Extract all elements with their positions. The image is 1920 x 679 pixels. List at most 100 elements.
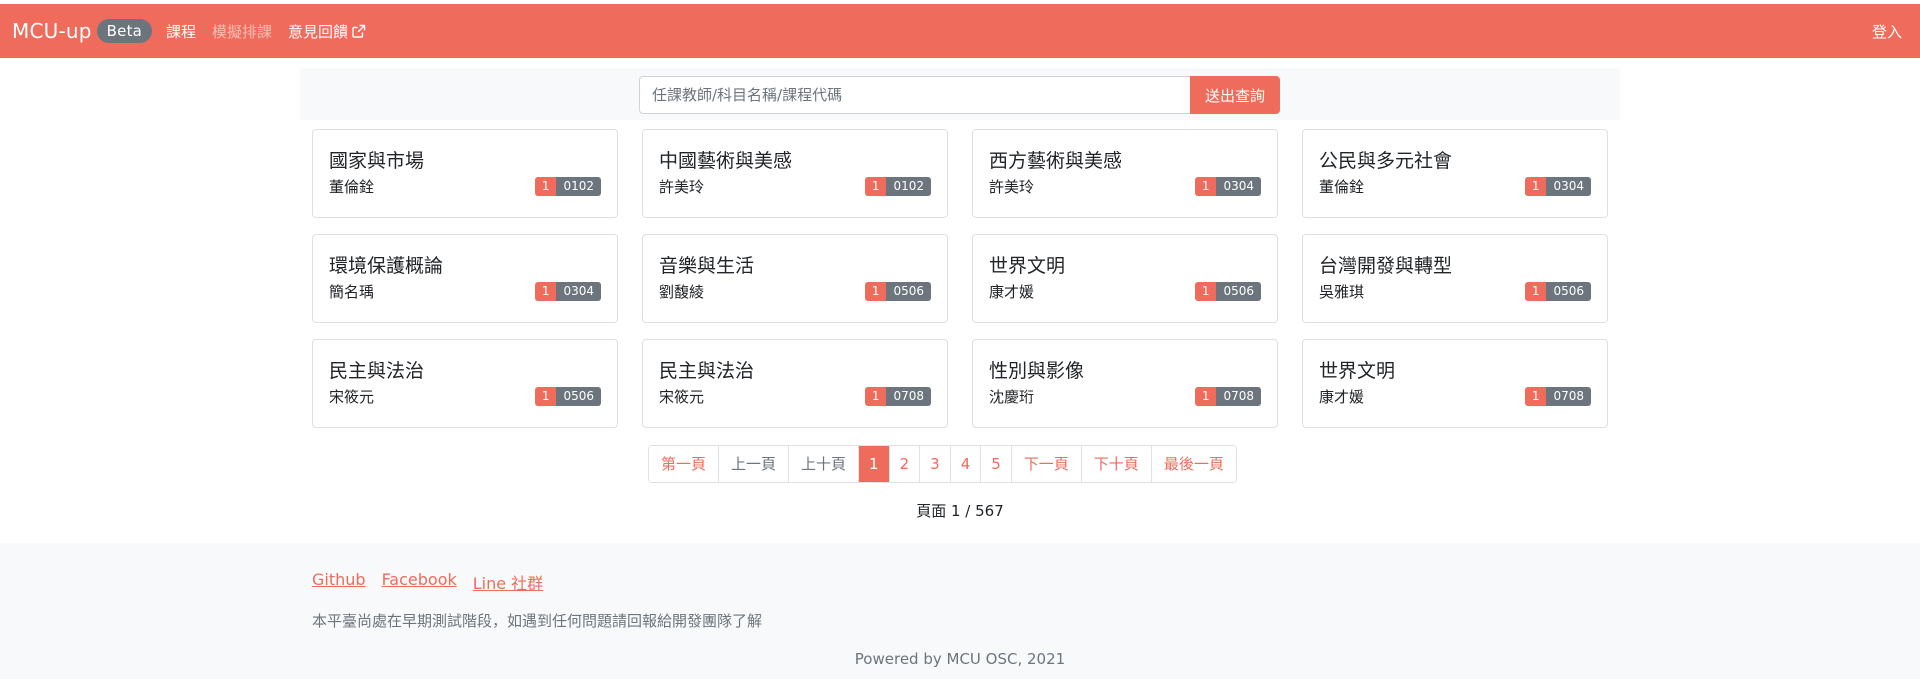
- course-grade: 1: [1194, 177, 1217, 196]
- page-next[interactable]: 下一頁: [1011, 446, 1082, 482]
- login-link[interactable]: 登入: [1872, 4, 1902, 58]
- course-card[interactable]: 中國藝術與美感 許美玲 1 0102: [642, 129, 948, 218]
- course-time: 0506: [1216, 282, 1261, 301]
- page-number-1[interactable]: 1: [859, 446, 890, 482]
- external-link-icon: [352, 24, 366, 38]
- course-tag: 1 0506: [1524, 282, 1591, 301]
- course-tag: 1 0708: [1524, 387, 1591, 406]
- course-grade: 1: [534, 282, 557, 301]
- course-grade: 1: [1194, 282, 1217, 301]
- course-card[interactable]: 環境保護概論 簡名瑀 1 0304: [312, 234, 618, 323]
- course-time: 0102: [556, 177, 601, 196]
- footer-powered-by: Powered by MCU OSC, 2021: [854, 650, 1066, 668]
- course-teacher: 宋筱元: [329, 388, 375, 406]
- course-time: 0304: [1216, 177, 1261, 196]
- course-tag: 1 0506: [1194, 282, 1261, 301]
- page-first[interactable]: 第一頁: [649, 446, 720, 482]
- page-number-2[interactable]: 2: [889, 446, 921, 482]
- course-teacher: 劉馥綾: [659, 283, 705, 301]
- page-prev: 上一頁: [719, 446, 790, 482]
- course-tag: 1 0304: [1194, 177, 1261, 196]
- course-card[interactable]: 性別與影像 沈慶珩 1 0708: [972, 339, 1278, 428]
- page-number-4[interactable]: 4: [950, 446, 982, 482]
- course-card[interactable]: 音樂與生活 劉馥綾 1 0506: [642, 234, 948, 323]
- course-title: 民主與法治: [659, 360, 755, 382]
- footer-link-github[interactable]: Github: [312, 570, 366, 594]
- course-card[interactable]: 民主與法治 宋筱元 1 0506: [312, 339, 618, 428]
- course-grade: 1: [1194, 387, 1217, 406]
- course-time: 0304: [556, 282, 601, 301]
- course-time: 0102: [886, 177, 931, 196]
- course-grade: 1: [534, 387, 557, 406]
- course-tag: 1 0102: [864, 177, 931, 196]
- course-grade: 1: [1524, 282, 1547, 301]
- search-input[interactable]: [639, 76, 1190, 114]
- course-teacher: 沈慶珩: [989, 388, 1035, 406]
- course-title: 環境保護概論: [329, 255, 444, 277]
- course-title: 民主與法治: [329, 360, 425, 382]
- course-teacher: 吳雅琪: [1319, 283, 1365, 301]
- course-grade: 1: [864, 282, 887, 301]
- course-time: 0708: [1546, 387, 1591, 406]
- course-grade: 1: [864, 387, 887, 406]
- course-tag: 1 0102: [534, 177, 601, 196]
- course-title: 台灣開發與轉型: [1319, 255, 1453, 277]
- course-title: 世界文明: [1319, 360, 1396, 382]
- page-info: 頁面 1 / 567: [916, 502, 1004, 520]
- course-title: 音樂與生活: [659, 255, 755, 277]
- page-last[interactable]: 最後一頁: [1151, 446, 1236, 482]
- course-title: 性別與影像: [989, 360, 1085, 382]
- footer-note: 本平臺尚處在早期測試階段，如遇到任何問題請回報給開發團隊了解: [312, 612, 763, 630]
- course-time: 0506: [1546, 282, 1591, 301]
- course-teacher: 宋筱元: [659, 388, 705, 406]
- course-tag: 1 0304: [534, 282, 601, 301]
- course-grade: 1: [1524, 177, 1547, 196]
- course-card[interactable]: 世界文明 康才媛 1 0506: [972, 234, 1278, 323]
- course-title: 公民與多元社會: [1319, 150, 1453, 172]
- course-time: 0506: [886, 282, 931, 301]
- course-time: 0506: [556, 387, 601, 406]
- footer: Github Facebook Line 社群 本平臺尚處在早期測試階段，如遇到…: [0, 543, 1920, 679]
- course-tag: 1 0708: [1194, 387, 1261, 406]
- nav-link-schedule-sim: 模擬排課: [212, 22, 273, 41]
- course-teacher: 許美玲: [989, 178, 1035, 196]
- course-title: 世界文明: [989, 255, 1066, 277]
- course-teacher: 董倫銓: [1319, 178, 1365, 196]
- course-card[interactable]: 台灣開發與轉型 吳雅琪 1 0506: [1302, 234, 1608, 323]
- page-number-3[interactable]: 3: [920, 446, 951, 482]
- course-teacher: 簡名瑀: [329, 283, 375, 301]
- page-number-5[interactable]: 5: [981, 446, 1012, 482]
- course-card[interactable]: 公民與多元社會 董倫銓 1 0304: [1302, 129, 1608, 218]
- course-tag: 1 0506: [534, 387, 601, 406]
- course-card[interactable]: 國家與市場 董倫銓 1 0102: [312, 129, 618, 218]
- page-prev-10: 上十頁: [789, 446, 860, 482]
- search-group: 送出查詢: [639, 76, 1280, 114]
- course-time: 0708: [1216, 387, 1261, 406]
- footer-links: Github Facebook Line 社群: [312, 570, 559, 594]
- nav-link-feedback[interactable]: 意見回饋: [288, 21, 367, 42]
- course-grade: 1: [864, 177, 887, 196]
- beta-badge: Beta: [96, 19, 153, 43]
- search-bar: 送出查詢: [300, 68, 1620, 120]
- nav-link-feedback-label: 意見回饋: [288, 22, 349, 41]
- course-card[interactable]: 世界文明 康才媛 1 0708: [1302, 339, 1608, 428]
- course-tag: 1 0708: [864, 387, 931, 406]
- course-time: 0708: [886, 387, 931, 406]
- brand-logo[interactable]: MCU-up Beta: [12, 4, 153, 58]
- nav-link-courses[interactable]: 課程: [166, 21, 196, 42]
- course-card[interactable]: 民主與法治 宋筱元 1 0708: [642, 339, 948, 428]
- course-card[interactable]: 西方藝術與美感 許美玲 1 0304: [972, 129, 1278, 218]
- course-title: 西方藝術與美感: [989, 150, 1123, 172]
- footer-link-facebook[interactable]: Facebook: [382, 570, 457, 594]
- footer-link-line[interactable]: Line 社群: [473, 570, 543, 594]
- brand-name: MCU-up: [12, 19, 92, 43]
- course-time: 0304: [1546, 177, 1591, 196]
- course-title: 中國藝術與美感: [659, 150, 793, 172]
- search-submit-button[interactable]: 送出查詢: [1190, 76, 1280, 114]
- course-tag: 1 0304: [1524, 177, 1591, 196]
- nav-links: 課程 模擬排課 意見回饋: [166, 4, 383, 58]
- page-next-10[interactable]: 下十頁: [1081, 446, 1152, 482]
- course-teacher: 許美玲: [659, 178, 705, 196]
- course-title: 國家與市場: [329, 150, 425, 172]
- pagination: 第一頁 上一頁 上十頁 1 2 3 4 5 下一頁 下十頁 最後一頁: [648, 445, 1237, 483]
